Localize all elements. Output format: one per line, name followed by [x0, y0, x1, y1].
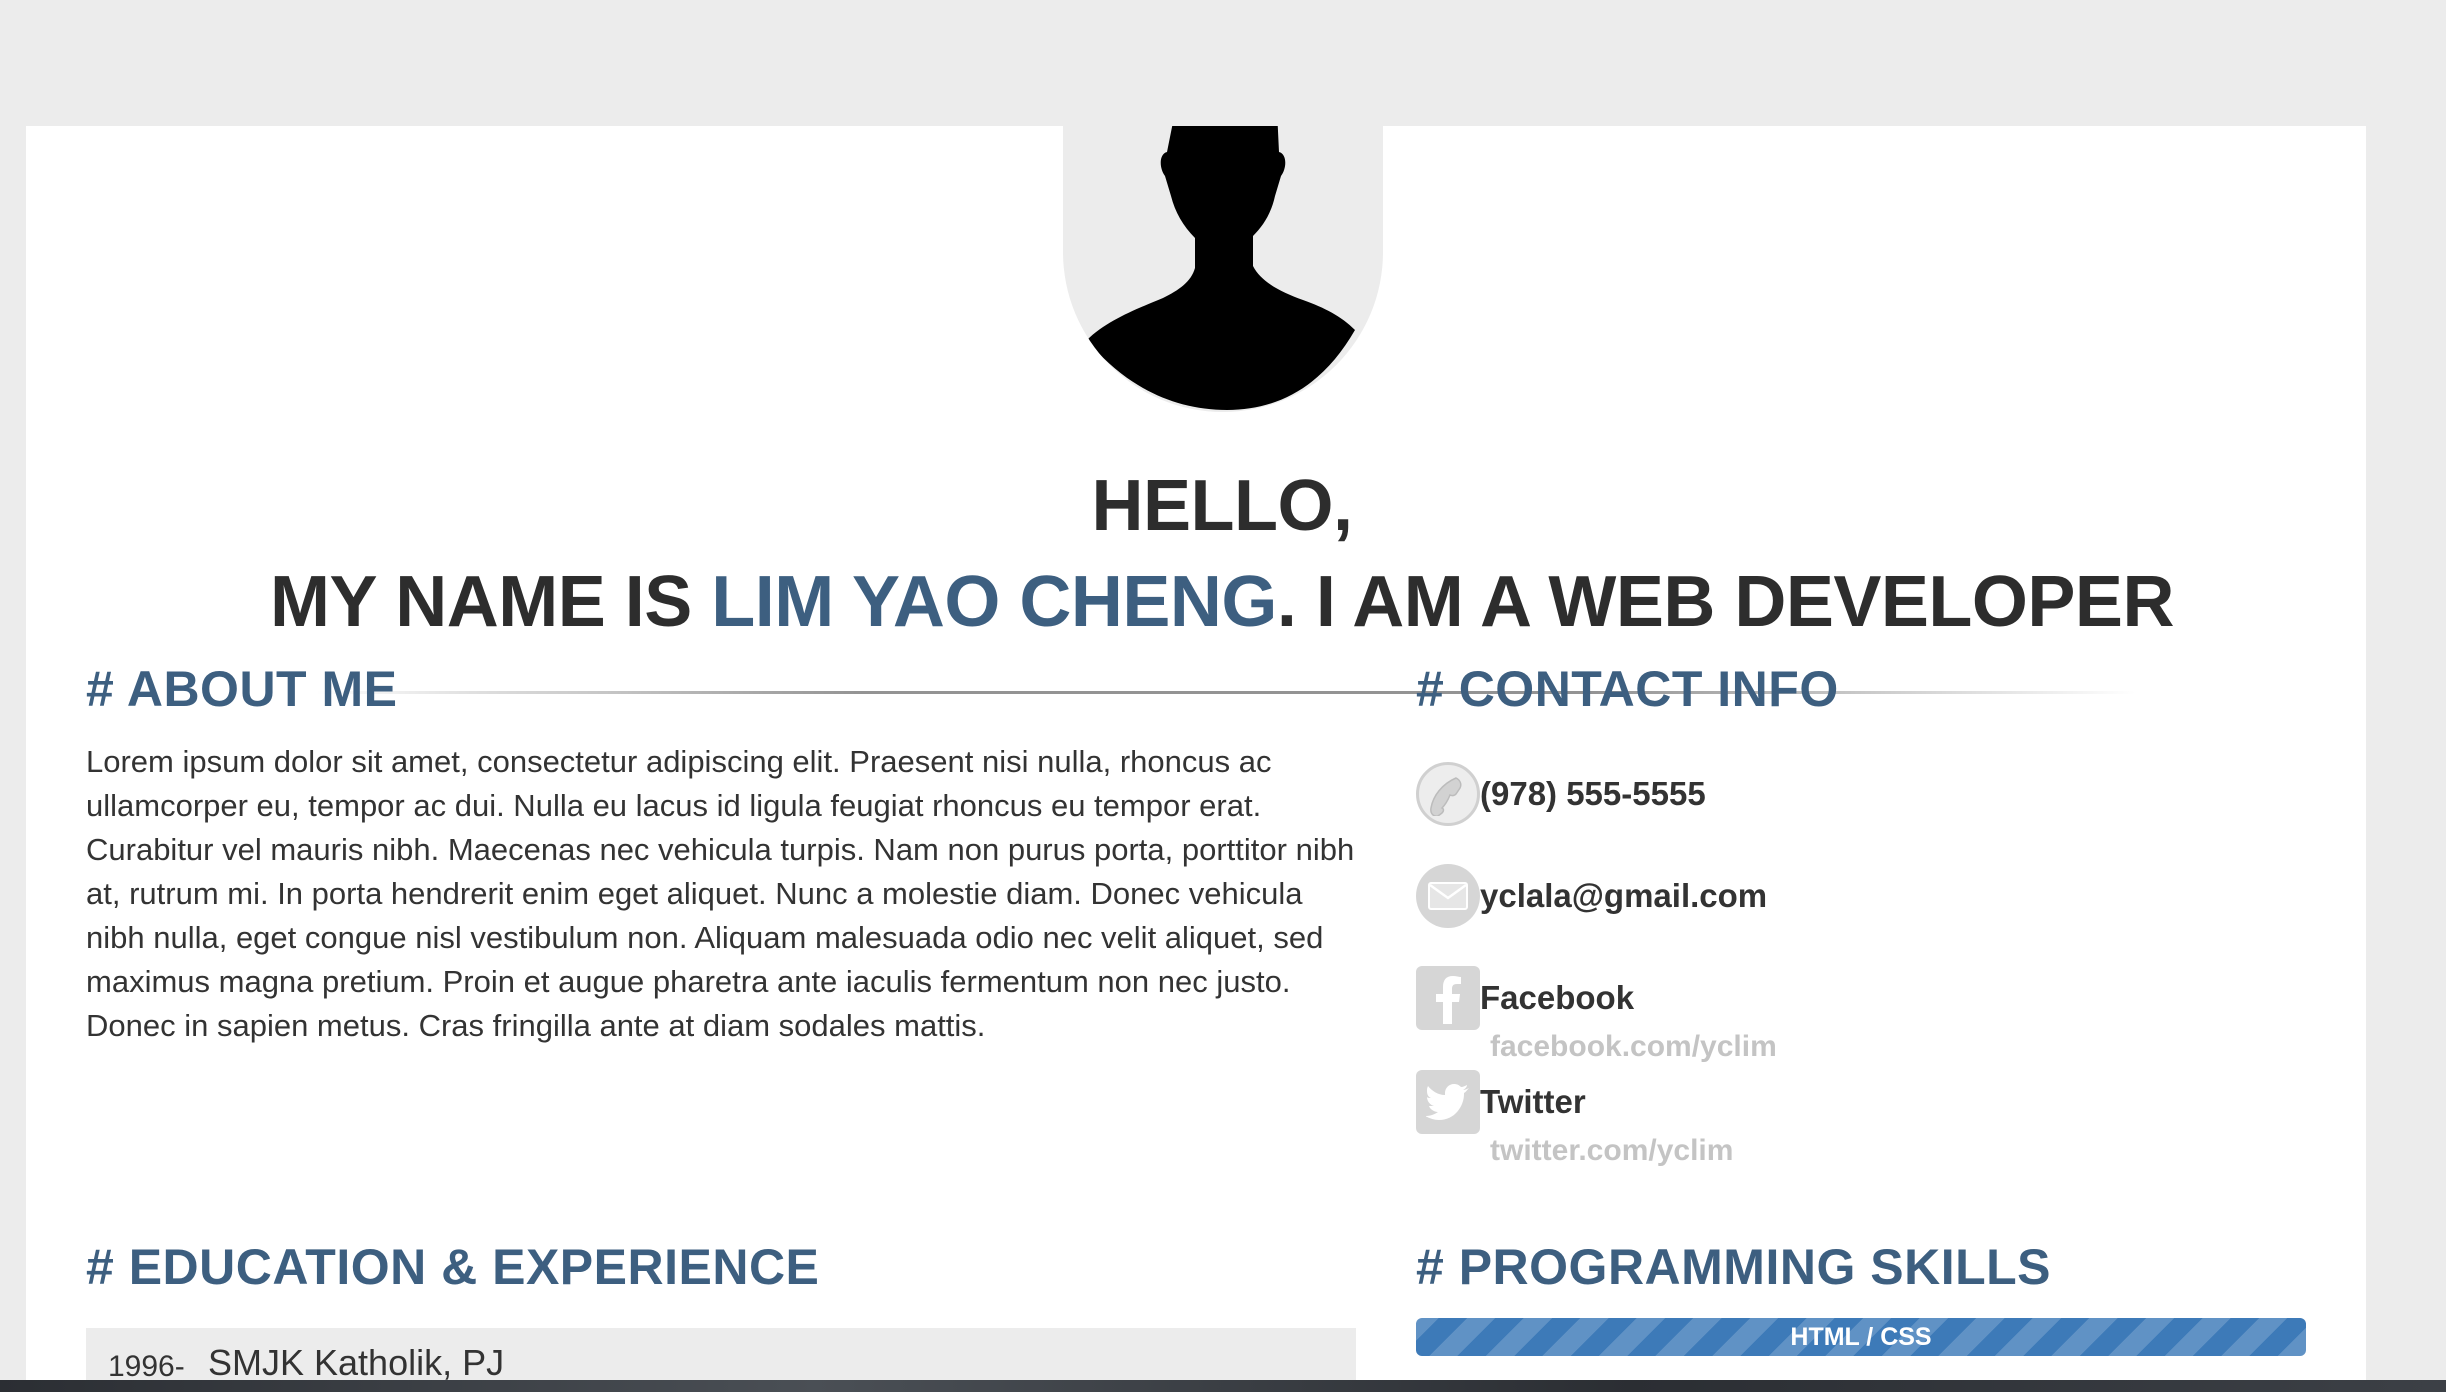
contact-title: # CONTACT INFO: [1416, 661, 1839, 717]
intro-suffix: . I AM A WEB DEVELOPER: [1276, 562, 2175, 642]
phone-icon: [1416, 762, 1480, 826]
about-title: # ABOUT ME: [86, 661, 398, 717]
email-address: yclala@gmail.com: [1480, 877, 1768, 914]
footer-background-strip: [0, 1380, 2446, 1392]
avatar: [1063, 126, 1383, 412]
skill-bar-html-css: HTML / CSS: [1416, 1318, 2306, 1356]
person-silhouette-icon: [1087, 126, 1355, 410]
facebook-label: Facebook: [1480, 979, 1635, 1016]
hero-greeting: HELLO, MY NAME IS LIM YAO CHENG. I AM A …: [26, 458, 2418, 650]
education-school: SMJK Katholik, PJ: [208, 1342, 505, 1383]
facebook-icon: [1416, 966, 1480, 1030]
header-divider: [316, 691, 2136, 694]
resume-card: HELLO, MY NAME IS LIM YAO CHENG. I AM A …: [26, 126, 2366, 1392]
twitter-icon: [1416, 1070, 1480, 1134]
contact-phone[interactable]: (978) 555-5555: [1416, 762, 1706, 826]
hello-heading: HELLO,: [1091, 466, 1354, 546]
skill-label: HTML / CSS: [1790, 1323, 1932, 1351]
about-text: Lorem ipsum dolor sit amet, consectetur …: [86, 744, 1355, 1043]
mail-icon: [1416, 864, 1480, 928]
phone-number: (978) 555-5555: [1480, 775, 1706, 812]
twitter-label: Twitter: [1480, 1083, 1586, 1120]
contact-twitter[interactable]: Twitter: [1416, 1070, 1586, 1134]
education-year: 1996-: [108, 1350, 185, 1383]
facebook-url[interactable]: facebook.com/yclim: [1490, 1030, 1777, 1064]
skills-title: # PROGRAMMING SKILLS: [1416, 1239, 2052, 1295]
twitter-url[interactable]: twitter.com/yclim: [1490, 1134, 1733, 1168]
intro-heading: MY NAME IS LIM YAO CHENG. I AM A WEB DEV…: [26, 554, 2418, 650]
developer-name: LIM YAO CHENG: [711, 562, 1277, 642]
intro-prefix: MY NAME IS: [270, 562, 712, 642]
contact-facebook[interactable]: Facebook: [1416, 966, 1634, 1030]
contact-email[interactable]: yclala@gmail.com: [1416, 864, 1767, 928]
education-title: # EDUCATION & EXPERIENCE: [86, 1239, 820, 1295]
